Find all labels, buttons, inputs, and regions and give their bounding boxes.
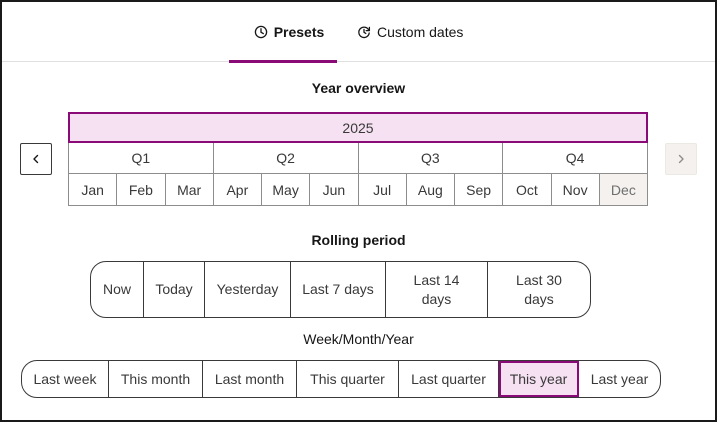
option-this-month[interactable]: This month	[109, 361, 203, 397]
month-jul[interactable]: Jul	[358, 174, 407, 206]
option-this-year[interactable]: This year	[499, 361, 579, 397]
month-row: Jan Feb Mar Apr May Jun Jul Aug Sep Oct …	[68, 174, 648, 206]
week-month-year-options: Last week This month Last month This qua…	[21, 360, 661, 398]
chevron-left-icon	[33, 154, 39, 164]
option-yesterday[interactable]: Yesterday	[205, 262, 291, 317]
option-last-quarter[interactable]: Last quarter	[399, 361, 499, 397]
option-today[interactable]: Today	[144, 262, 205, 317]
option-last-14-days[interactable]: Last 14 days	[386, 262, 488, 317]
option-last-30-days[interactable]: Last 30 days	[488, 262, 590, 317]
option-now[interactable]: Now	[91, 262, 144, 317]
refresh-clock-icon	[357, 25, 371, 39]
option-last-month[interactable]: Last month	[203, 361, 297, 397]
quarter-q1[interactable]: Q1	[69, 143, 214, 174]
rolling-period-title: Rolling period	[311, 232, 406, 248]
next-year-button[interactable]	[665, 143, 697, 175]
month-oct[interactable]: Oct	[503, 174, 552, 206]
tab-presets[interactable]: Presets	[249, 2, 329, 62]
month-dec[interactable]: Dec	[599, 174, 648, 206]
tab-presets-label: Presets	[273, 24, 325, 40]
active-tab-indicator	[229, 60, 337, 63]
option-last-week[interactable]: Last week	[22, 361, 109, 397]
tab-custom-dates-label: Custom dates	[377, 24, 464, 40]
month-nov[interactable]: Nov	[551, 174, 600, 206]
month-jan[interactable]: Jan	[69, 174, 118, 206]
month-aug[interactable]: Aug	[406, 174, 455, 206]
previous-year-button[interactable]	[20, 143, 52, 175]
option-last-year[interactable]: Last year	[579, 361, 660, 397]
option-this-quarter[interactable]: This quarter	[297, 361, 399, 397]
month-apr[interactable]: Apr	[213, 174, 262, 206]
month-jun[interactable]: Jun	[310, 174, 359, 206]
week-month-year-title: Week/Month/Year	[303, 331, 414, 347]
date-range-picker-panel: Presets Custom dates Year overview 2025 …	[0, 0, 717, 422]
tab-custom-dates[interactable]: Custom dates	[357, 2, 472, 62]
chevron-right-icon	[678, 154, 684, 164]
year-overview-title: Year overview	[311, 80, 406, 96]
clock-icon	[254, 25, 268, 39]
month-mar[interactable]: Mar	[165, 174, 214, 206]
month-sep[interactable]: Sep	[455, 174, 504, 206]
quarter-q4[interactable]: Q4	[503, 143, 648, 174]
month-feb[interactable]: Feb	[117, 174, 166, 206]
quarter-row: Q1 Q2 Q3 Q4	[68, 143, 648, 174]
quarter-q2[interactable]: Q2	[213, 143, 359, 174]
year-cell[interactable]: 2025	[68, 112, 648, 143]
option-last-7-days[interactable]: Last 7 days	[291, 262, 386, 317]
tab-bar: Presets Custom dates	[2, 2, 715, 63]
month-may[interactable]: May	[262, 174, 311, 206]
rolling-period-options: Now Today Yesterday Last 7 days Last 14 …	[90, 261, 591, 318]
quarter-q3[interactable]: Q3	[358, 143, 504, 174]
